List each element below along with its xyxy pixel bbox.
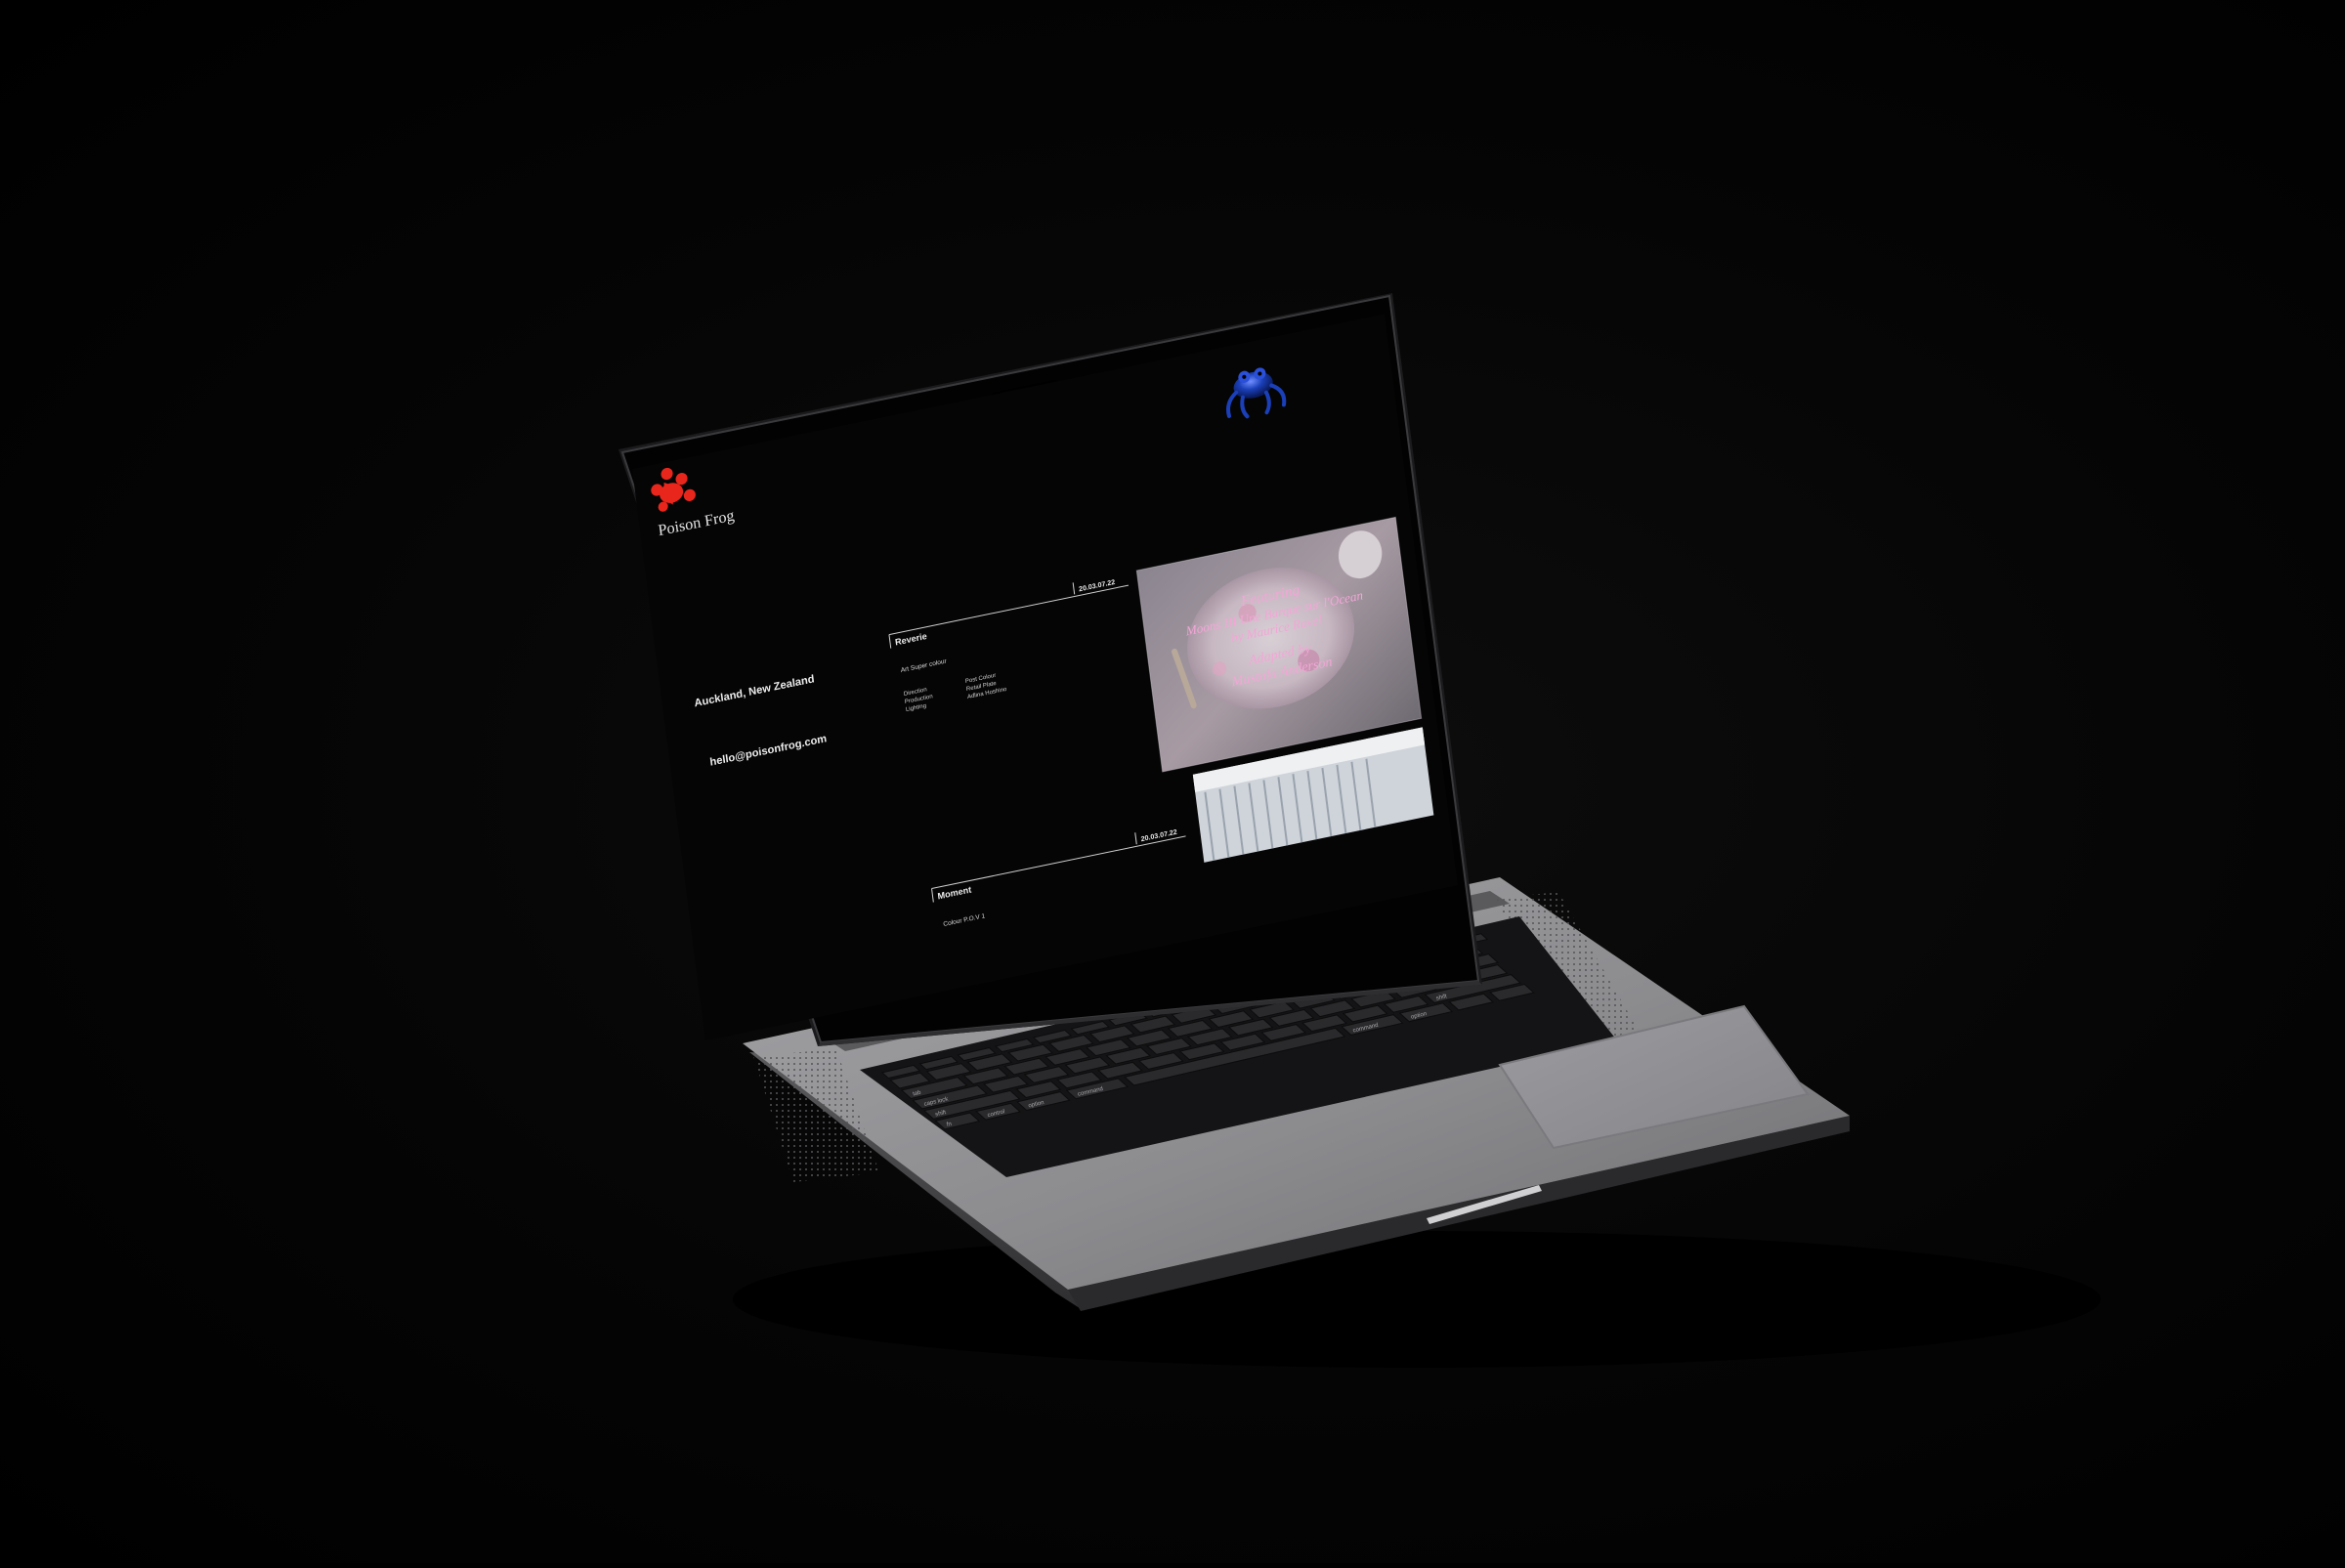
laptop-mockup: tabcaps lockreturnshiftshiftfncontrolopt… (618, 293, 2101, 1368)
photo-scene: tabcaps lockreturnshiftshiftfncontrolopt… (0, 0, 2345, 1563)
